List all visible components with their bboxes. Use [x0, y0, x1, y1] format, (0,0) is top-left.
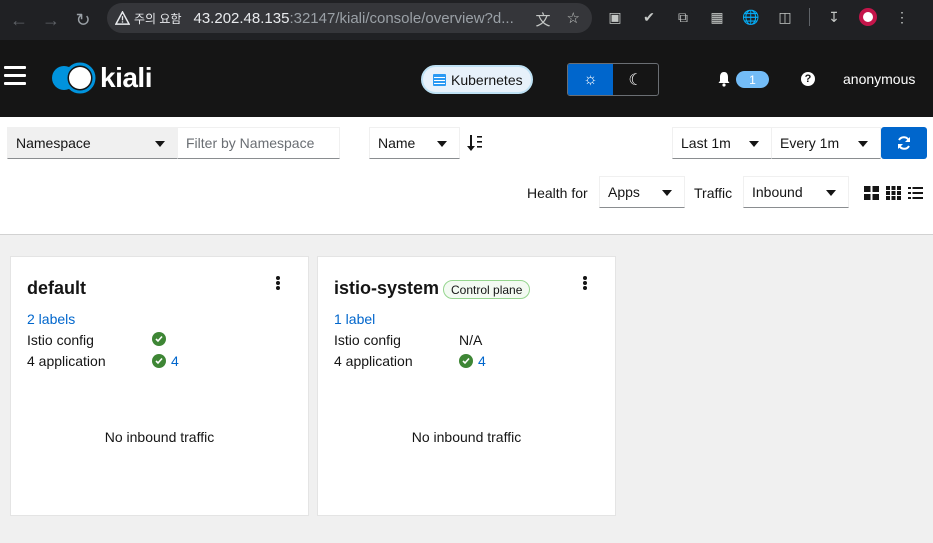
address-bar[interactable]: 주의 요함 43.202.48.135:32147/kiali/console/… — [107, 3, 592, 33]
kiali-logo-icon — [52, 62, 96, 94]
check-circle-icon — [152, 354, 166, 368]
profile-avatar-icon[interactable] — [858, 7, 878, 27]
traffic-direction-value: Inbound — [752, 184, 803, 200]
back-arrow-icon[interactable]: ← — [6, 7, 32, 33]
traffic-message: No inbound traffic — [411, 429, 522, 445]
caret-down-icon — [749, 141, 759, 147]
extension-window-icon[interactable]: ⧉ — [673, 7, 693, 27]
forward-arrow-icon[interactable]: → — [38, 7, 64, 33]
filter-type-select[interactable]: Namespace — [7, 127, 178, 159]
istio-config-label: Istio config — [334, 332, 401, 348]
user-menu[interactable]: anonymous — [843, 71, 915, 87]
url-host: 43.202.48.135 — [193, 9, 290, 27]
bookmark-star-icon[interactable]: ☆ — [567, 9, 580, 30]
caret-down-icon — [858, 141, 868, 147]
extension-icon[interactable]: ▣ — [605, 7, 625, 27]
applications-label: 4 application — [334, 353, 413, 369]
kiali-logo[interactable]: kiali — [50, 62, 152, 94]
sort-field-value: Name — [378, 135, 416, 151]
traffic-direction-select[interactable]: Inbound — [743, 176, 849, 208]
refresh-button[interactable] — [881, 127, 927, 159]
browser-menu-icon[interactable]: ⋮ — [892, 7, 912, 27]
istio-config-status: N/A — [459, 332, 483, 348]
theme-toggle: ☼ ☾ — [567, 63, 659, 96]
labels-link[interactable]: 2 labels — [27, 311, 75, 327]
istio-config-status[interactable] — [152, 332, 166, 346]
namespace-filter-input[interactable] — [177, 127, 340, 159]
health-for-label: Health for — [527, 185, 588, 201]
sun-icon: ☼ — [583, 70, 598, 88]
hamburger-menu-icon[interactable] — [4, 66, 26, 86]
istio-config-label: Istio config — [27, 332, 94, 348]
caret-down-icon — [826, 190, 836, 196]
check-circle-icon — [152, 332, 166, 346]
security-warning-text: 주의 요함 — [134, 11, 182, 26]
namespace-title[interactable]: istio-system — [334, 278, 439, 299]
check-circle-icon — [459, 354, 473, 368]
refresh-icon — [898, 136, 910, 150]
help-icon[interactable]: ? — [801, 72, 815, 86]
light-theme-button[interactable]: ☼ — [568, 64, 613, 95]
extension-globe-icon[interactable]: 🌐 — [741, 7, 761, 27]
refresh-interval-value: Every 1m — [780, 135, 840, 151]
compact-grid-view-icon[interactable] — [886, 186, 901, 200]
health-for-value: Apps — [608, 184, 640, 200]
download-icon[interactable]: ↧ — [824, 7, 844, 27]
applications-count[interactable]: 4 — [171, 353, 179, 369]
kebab-menu-icon[interactable] — [583, 276, 587, 290]
namespace-card: istio-system Control plane 1 label Istio… — [317, 256, 616, 516]
cluster-icon — [433, 73, 446, 86]
refresh-interval-select[interactable]: Every 1m — [771, 127, 881, 159]
traffic-label: Traffic — [694, 185, 733, 201]
control-plane-badge: Control plane — [443, 280, 531, 299]
time-range-value: Last 1m — [681, 135, 731, 151]
caret-down-icon — [155, 141, 165, 147]
namespace-card: default 2 labels Istio config 4 applicat… — [10, 256, 309, 516]
extension-check-icon[interactable]: ✔ — [639, 7, 659, 27]
extensions-puzzle-icon[interactable]: ◫ — [775, 7, 795, 27]
applications-label: 4 application — [27, 353, 106, 369]
health-for-select[interactable]: Apps — [599, 176, 685, 208]
kebab-menu-icon[interactable] — [276, 276, 280, 290]
cluster-badge: Kubernetes — [421, 65, 533, 94]
security-warning[interactable]: 주의 요함 — [115, 10, 182, 27]
applications-count[interactable]: 4 — [478, 353, 486, 369]
namespace-title[interactable]: default — [27, 278, 86, 299]
bell-icon[interactable] — [716, 71, 732, 87]
labels-link[interactable]: 1 label — [334, 311, 375, 327]
extension-qr-icon[interactable]: ▦ — [707, 7, 727, 27]
browser-toolbar: ← → ↻ 주의 요함 43.202.48.135:32147/kiali/co… — [0, 0, 933, 40]
applications-health[interactable]: 4 — [152, 353, 179, 369]
time-range-select[interactable]: Last 1m — [672, 127, 772, 159]
url-path: :32147/kiali/console/overview?d... — [289, 9, 514, 27]
logo-text: kiali — [100, 62, 152, 93]
warning-triangle-icon — [115, 10, 130, 25]
masthead: kiali Kubernetes ☼ ☾ 1 ? anonymous — [0, 40, 933, 117]
notification-badge[interactable]: 1 — [736, 71, 769, 88]
divider — [809, 8, 810, 26]
moon-icon: ☾ — [628, 71, 643, 89]
cluster-name: Kubernetes — [451, 71, 523, 88]
applications-health[interactable]: 4 — [459, 353, 486, 369]
list-view-icon[interactable] — [908, 186, 923, 200]
dark-theme-button[interactable]: ☾ — [613, 64, 658, 95]
overview-toolbar: Namespace Name Last 1m Every 1m Health f… — [0, 117, 933, 235]
expanded-cards-view-icon[interactable] — [864, 186, 879, 200]
caret-down-icon — [437, 141, 447, 147]
translate-icon[interactable]: 文 — [536, 9, 551, 30]
sort-field-select[interactable]: Name — [369, 127, 460, 159]
sort-direction-icon[interactable] — [467, 134, 483, 152]
caret-down-icon — [662, 190, 672, 196]
reload-icon[interactable]: ↻ — [70, 7, 96, 33]
filter-type-value: Namespace — [16, 135, 91, 151]
traffic-message: No inbound traffic — [104, 429, 215, 445]
